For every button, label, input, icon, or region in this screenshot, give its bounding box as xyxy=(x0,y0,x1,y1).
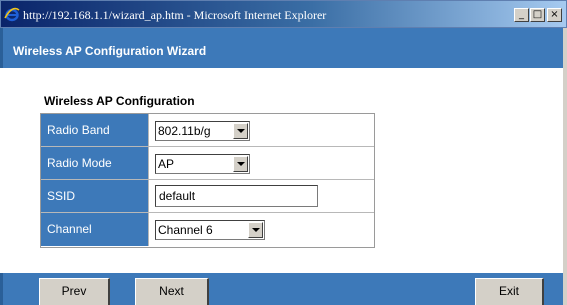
window-title: http://192.168.1.1/wizard_ap.htm - Micro… xyxy=(23,8,327,22)
channel-value-cell: Channel 6 xyxy=(149,213,374,246)
radio-mode-selected: AP xyxy=(158,157,175,171)
radio-band-label-cell: Radio Band xyxy=(41,114,149,146)
ie-icon xyxy=(4,7,20,22)
radio-band-selected: 802.11b/g xyxy=(158,124,211,138)
maximize-button[interactable]: □ xyxy=(530,8,545,22)
next-button[interactable]: Next xyxy=(135,278,209,305)
ssid-label: SSID xyxy=(47,189,76,203)
radio-mode-value-cell: AP xyxy=(149,147,374,179)
ssid-value-cell: default xyxy=(149,180,374,212)
radio-band-value-cell: 802.11b/g xyxy=(149,114,374,146)
section-heading: Wireless AP Configuration xyxy=(44,94,195,108)
minimize-button[interactable]: _ xyxy=(514,8,529,22)
dropdown-arrow-icon[interactable] xyxy=(233,156,248,172)
channel-selected: Channel 6 xyxy=(158,223,213,237)
radio-mode-select[interactable]: AP xyxy=(155,154,250,174)
radio-mode-label-cell: Radio Mode xyxy=(41,147,149,179)
radio-mode-label: Radio Mode xyxy=(47,156,112,170)
window-title-bar[interactable]: http://192.168.1.1/wizard_ap.htm - Micro… xyxy=(0,0,567,28)
ssid-value: default xyxy=(159,189,196,203)
row-ssid: SSID default xyxy=(41,180,374,213)
config-table: Radio Band 802.11b/g Radio Mode AP SSID … xyxy=(40,113,375,248)
ssid-label-cell: SSID xyxy=(41,180,149,212)
channel-label: Channel xyxy=(47,222,92,236)
close-button[interactable]: × xyxy=(547,8,562,22)
channel-select[interactable]: Channel 6 xyxy=(155,220,265,240)
exit-button[interactable]: Exit xyxy=(475,278,544,305)
dropdown-arrow-icon[interactable] xyxy=(248,222,263,238)
row-channel: Channel Channel 6 xyxy=(41,213,374,246)
channel-label-cell: Channel xyxy=(41,213,149,246)
radio-band-label: Radio Band xyxy=(47,123,110,137)
ssid-input[interactable]: default xyxy=(155,185,318,207)
row-radio-band: Radio Band 802.11b/g xyxy=(41,114,374,147)
radio-band-select[interactable]: 802.11b/g xyxy=(155,121,250,141)
window-frame-right xyxy=(563,28,567,305)
prev-button[interactable]: Prev xyxy=(39,278,110,305)
row-radio-mode: Radio Mode AP xyxy=(41,147,374,180)
dropdown-arrow-icon[interactable] xyxy=(233,123,248,139)
wizard-title: Wireless AP Configuration Wizard xyxy=(13,44,207,58)
